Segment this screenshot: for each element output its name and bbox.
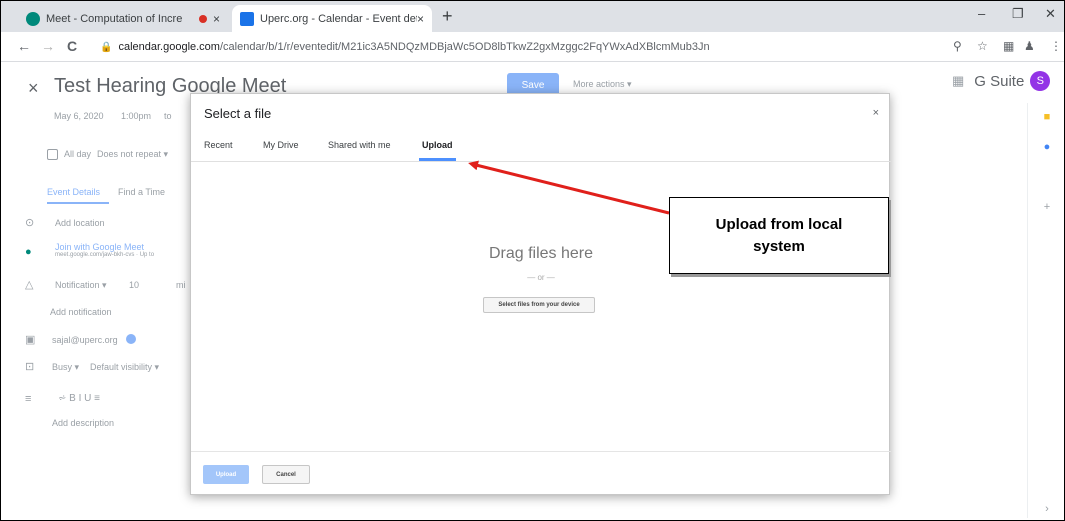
recording-indicator-icon [198, 14, 207, 23]
browser-tab-calendar[interactable]: Uperc.org - Calendar - Event det × [232, 5, 432, 32]
annotation-callout: Upload from local system [669, 197, 889, 274]
keep-icon[interactable]: ■ [1037, 111, 1057, 123]
bookmark-star-icon[interactable]: ☆ [977, 39, 988, 53]
extension-icon[interactable]: ▦ [1003, 39, 1014, 53]
active-tab-indicator [47, 202, 109, 204]
or-separator: — or — [527, 273, 555, 282]
close-editor-icon[interactable]: × [28, 78, 39, 99]
dialog-title: Select a file [204, 106, 272, 121]
notification-unit[interactable]: mi [176, 280, 186, 290]
tab-title: Meet - Computation of Incre [46, 12, 183, 25]
restore-icon[interactable]: ❐ [1012, 6, 1024, 22]
repeat-select[interactable]: Does not repeat ▾ [97, 149, 168, 160]
tab-event-details[interactable]: Event Details [47, 187, 100, 197]
calendar-favicon-icon [240, 11, 254, 26]
notification-value[interactable]: 10 [129, 280, 139, 290]
description-icon: ≡ [25, 393, 32, 405]
event-start-time[interactable]: 1:00pm [121, 111, 151, 121]
upload-tab-indicator [419, 158, 456, 161]
tab-shared-with-me[interactable]: Shared with me [328, 140, 391, 150]
upload-button[interactable]: Upload [203, 465, 249, 484]
location-input[interactable]: Add location [55, 218, 105, 228]
file-picker-dialog: Select a file × Recent My Drive Shared w… [190, 93, 891, 495]
browser-tab-meet[interactable]: Meet - Computation of Incre × [18, 5, 228, 32]
format-toolbar[interactable]: ⩫ B I U ≡ [58, 393, 100, 404]
meet-icon: ● [25, 246, 32, 258]
join-meet-link[interactable]: Join with Google Meet [55, 242, 144, 252]
dialog-close-icon[interactable]: × [873, 107, 879, 119]
busy-select[interactable]: Busy ▾ [52, 362, 79, 373]
visibility-select[interactable]: Default visibility ▾ [90, 362, 159, 373]
tab-close-icon[interactable]: × [213, 12, 220, 26]
side-rail-divider [1027, 103, 1028, 518]
calendar-icon: ▣ [25, 334, 36, 346]
tab-my-drive[interactable]: My Drive [263, 140, 299, 150]
calendar-owner-select[interactable]: sajal@uperc.org [52, 335, 118, 345]
gsuite-logo: G Suite [974, 72, 1025, 90]
gsuite-header: ▦ G Suite S [952, 71, 1051, 91]
tab-recent[interactable]: Recent [204, 140, 233, 150]
all-day-label: All day [64, 149, 92, 159]
url-host: calendar.google.com [118, 41, 220, 53]
browser-toolbar: ← → C 🔒 calendar.google.com /calendar/b/… [0, 32, 1065, 62]
tab-close-icon[interactable]: × [417, 12, 424, 26]
add-addon-icon[interactable]: + [1037, 201, 1057, 213]
description-input[interactable]: Add description [52, 418, 114, 428]
tasks-icon[interactable]: ● [1037, 141, 1057, 153]
time-to-label: to [164, 111, 172, 121]
dialog-footer-divider [191, 451, 891, 452]
tab-find-time[interactable]: Find a Time [118, 187, 165, 197]
address-bar[interactable]: 🔒 calendar.google.com /calendar/b/1/r/ev… [100, 36, 945, 58]
callout-line-1: Upload from local [715, 215, 843, 233]
reload-icon[interactable]: C [67, 38, 77, 54]
tab-title: Uperc.org - Calendar - Event det [260, 12, 417, 25]
url-path: /calendar/b/1/r/eventedit/M21ic3A5NDQzMD… [219, 41, 710, 53]
select-files-button[interactable]: Select files from your device [483, 297, 595, 313]
notification-select[interactable]: Notification ▾ [55, 280, 107, 291]
expand-panel-icon[interactable]: › [1037, 503, 1057, 515]
apps-grid-icon[interactable]: ▦ [952, 73, 964, 89]
meet-url: meet.google.com/jaw-bkh-cvs · Up to [55, 252, 155, 258]
bell-icon: △ [25, 279, 34, 291]
dialog-tabs: Recent My Drive Shared with me Upload [191, 132, 891, 162]
lock-icon: 🔒 [100, 41, 113, 53]
new-tab-button[interactable]: + [442, 6, 453, 27]
tab-upload[interactable]: Upload [422, 140, 453, 150]
browser-tab-bar: Meet - Computation of Incre × Uperc.org … [0, 0, 1065, 32]
zoom-icon[interactable]: ⚲ [953, 39, 962, 53]
profile-icon[interactable]: ♟ [1024, 39, 1035, 53]
chrome-menu-icon[interactable]: ⋮ [1050, 39, 1062, 53]
back-icon[interactable]: ← [17, 38, 31, 54]
event-date[interactable]: May 6, 2020 [54, 111, 104, 121]
all-day-checkbox[interactable] [47, 149, 58, 160]
add-notification-link[interactable]: Add notification [50, 307, 112, 317]
cancel-button[interactable]: Cancel [262, 465, 310, 484]
avatar[interactable]: S [1030, 71, 1051, 91]
calendar-color-dot[interactable] [126, 334, 136, 344]
window-close-icon[interactable]: ✕ [1045, 6, 1056, 22]
minimize-icon[interactable]: – [978, 6, 985, 21]
meet-favicon-icon [26, 11, 40, 26]
callout-line-2: system [753, 237, 805, 255]
briefcase-icon: ⊡ [25, 361, 35, 373]
more-actions-button[interactable]: More actions ▾ [573, 79, 632, 90]
location-pin-icon: ⊙ [25, 217, 35, 229]
forward-icon[interactable]: → [41, 38, 55, 54]
